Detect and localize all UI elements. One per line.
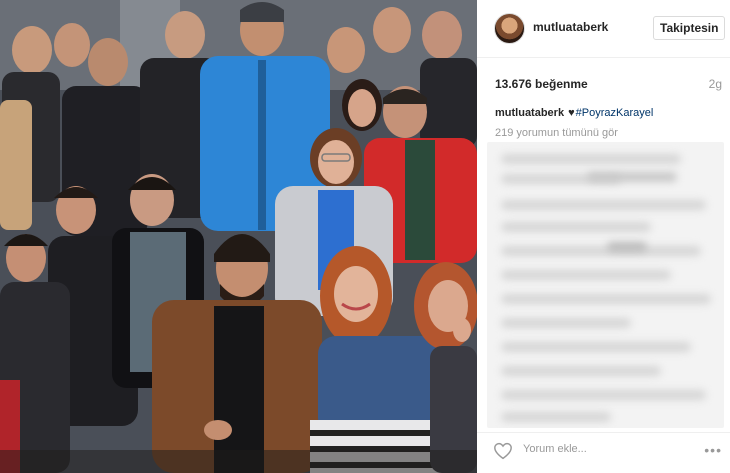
post-age[interactable]: 2g [709, 77, 722, 91]
profile-avatar[interactable] [494, 13, 525, 44]
caption-hashtag[interactable]: #PoyrazKarayel [576, 107, 654, 119]
comment-input[interactable]: Yorum ekle... [523, 443, 587, 455]
more-options-icon[interactable]: ••• [704, 442, 722, 458]
likes-count[interactable]: 13.676 beğenme [495, 77, 588, 91]
heart-outline-icon[interactable] [493, 442, 513, 460]
instagram-post: mutluataberk Takiptesin 13.676 beğenme 2… [0, 0, 730, 473]
post-side-panel: mutluataberk Takiptesin 13.676 beğenme 2… [477, 0, 730, 473]
post-footer: Yorum ekle... ••• [477, 432, 730, 473]
post-photo[interactable] [0, 0, 477, 473]
caption-heart: ♥ [568, 107, 575, 119]
group-photo-illustration [0, 0, 477, 473]
blurred-comments [487, 142, 724, 428]
caption-username[interactable]: mutluataberk [495, 107, 564, 119]
post-username[interactable]: mutluataberk [533, 20, 608, 34]
following-button[interactable]: Takiptesin [653, 16, 726, 40]
post-header: mutluataberk Takiptesin [477, 0, 730, 58]
view-all-comments-link[interactable]: 219 yorumun tümünü gör [495, 127, 618, 139]
post-caption: mutluataberk ♥#PoyrazKarayel [495, 107, 653, 119]
